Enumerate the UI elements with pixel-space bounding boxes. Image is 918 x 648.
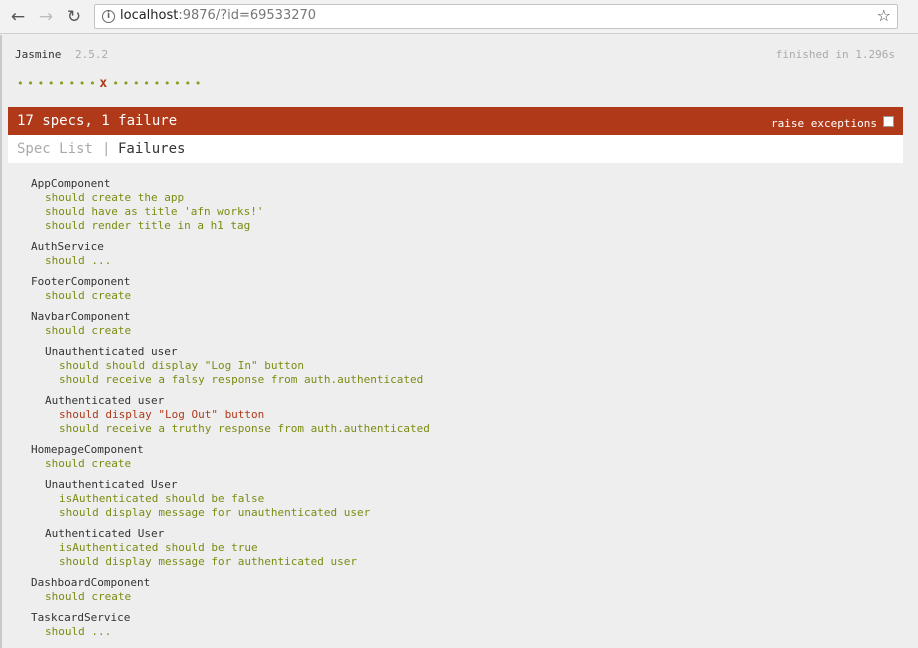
- spec-passed[interactable]: isAuthenticated should be true: [31, 541, 891, 555]
- browser-toolbar: ← → ↻ i localhost:9876/?id=69533270 ☆: [0, 0, 918, 34]
- passed-spec-symbol[interactable]: •: [143, 77, 153, 90]
- spec-passed[interactable]: should ...: [31, 625, 891, 639]
- spec-passed[interactable]: should ...: [31, 254, 891, 268]
- url-path: :9876/?id=69533270: [178, 8, 317, 23]
- spec-passed[interactable]: isAuthenticated should be false: [31, 492, 891, 506]
- results-menu: Spec List | Failures: [8, 135, 903, 163]
- spec-passed[interactable]: should have as title 'afn works!': [31, 205, 891, 219]
- url-host: localhost: [120, 8, 179, 23]
- spec-passed[interactable]: should create: [31, 289, 891, 303]
- passed-spec-symbol[interactable]: •: [17, 77, 27, 90]
- jasmine-reporter: Jasmine 2.5.2 finished in 1.296s • • • • • • •…: [0, 35, 918, 648]
- passed-spec-symbol[interactable]: •: [123, 77, 133, 90]
- passed-spec-symbol[interactable]: •: [48, 77, 58, 90]
- raise-exceptions-checkbox[interactable]: [883, 116, 894, 127]
- spec-passed[interactable]: should display message for unauthenticat…: [31, 506, 891, 520]
- back-arrow-icon[interactable]: ←: [7, 6, 29, 28]
- symbol-summary: • • • • • • • • x • • • • • • • • •: [17, 76, 205, 91]
- passed-spec-symbol[interactable]: •: [154, 77, 164, 90]
- passed-spec-symbol[interactable]: •: [38, 77, 48, 90]
- spec-passed[interactable]: should receive a truthy response from au…: [31, 422, 891, 436]
- spec-passed[interactable]: should render title in a h1 tag: [31, 219, 891, 233]
- suite-name[interactable]: HomepageComponent: [31, 443, 891, 457]
- spec-passed[interactable]: should should display "Log In" button: [31, 359, 891, 373]
- failures-link[interactable]: Failures: [118, 141, 185, 157]
- suite-name[interactable]: Unauthenticated user: [31, 345, 891, 359]
- url-text[interactable]: localhost:9876/?id=69533270: [120, 8, 316, 23]
- passed-spec-symbol[interactable]: •: [79, 77, 89, 90]
- suite-name[interactable]: TaskcardService: [31, 611, 891, 625]
- address-bar[interactable]: i localhost:9876/?id=69533270 ☆: [94, 4, 898, 29]
- raise-exceptions-label: raise exceptions: [771, 117, 877, 130]
- passed-spec-symbol[interactable]: •: [164, 77, 174, 90]
- passed-spec-symbol[interactable]: •: [195, 77, 205, 90]
- duration-text: finished in 1.296s: [775, 48, 895, 61]
- passed-spec-symbol[interactable]: •: [174, 77, 184, 90]
- spec-list: AppComponent should create the app shoul…: [31, 177, 891, 639]
- suite-name[interactable]: AuthService: [31, 240, 891, 254]
- passed-spec-symbol[interactable]: •: [27, 77, 37, 90]
- suite-name[interactable]: Authenticated user: [31, 394, 891, 408]
- passed-spec-symbol[interactable]: •: [112, 77, 122, 90]
- spec-passed[interactable]: should display message for authenticated…: [31, 555, 891, 569]
- menu-separator: |: [102, 141, 111, 157]
- bookmark-star-icon[interactable]: ☆: [877, 6, 891, 25]
- failure-alert-bar: 17 specs, 1 failure raise exceptions: [8, 107, 903, 135]
- passed-spec-symbol[interactable]: •: [68, 77, 78, 90]
- passed-spec-symbol[interactable]: •: [184, 77, 194, 90]
- spec-passed[interactable]: should receive a falsy response from aut…: [31, 373, 891, 387]
- spec-list-link[interactable]: Spec List: [17, 141, 93, 157]
- passed-spec-symbol[interactable]: •: [58, 77, 68, 90]
- reload-icon[interactable]: ↻: [63, 6, 85, 28]
- suite-name[interactable]: FooterComponent: [31, 275, 891, 289]
- suite-name[interactable]: AppComponent: [31, 177, 891, 191]
- suite-name[interactable]: DashboardComponent: [31, 576, 891, 590]
- spec-passed[interactable]: should create: [31, 457, 891, 471]
- info-icon[interactable]: i: [102, 10, 115, 23]
- spec-passed[interactable]: should create: [31, 324, 891, 338]
- spec-passed[interactable]: should create: [31, 590, 891, 604]
- forward-arrow-icon[interactable]: →: [35, 6, 57, 28]
- spec-failed[interactable]: should display "Log Out" button: [31, 408, 891, 422]
- suite-name[interactable]: Unauthenticated User: [31, 478, 891, 492]
- failed-spec-symbol[interactable]: x: [99, 76, 112, 91]
- spec-summary: 17 specs, 1 failure: [17, 113, 178, 129]
- jasmine-title: Jasmine: [15, 48, 62, 61]
- passed-spec-symbol[interactable]: •: [133, 77, 143, 90]
- suite-name[interactable]: NavbarComponent: [31, 310, 891, 324]
- spec-passed[interactable]: should create the app: [31, 191, 891, 205]
- passed-spec-symbol[interactable]: •: [89, 77, 99, 90]
- suite-name[interactable]: Authenticated User: [31, 527, 891, 541]
- jasmine-version: 2.5.2: [75, 48, 109, 61]
- banner: Jasmine 2.5.2 finished in 1.296s: [15, 48, 895, 64]
